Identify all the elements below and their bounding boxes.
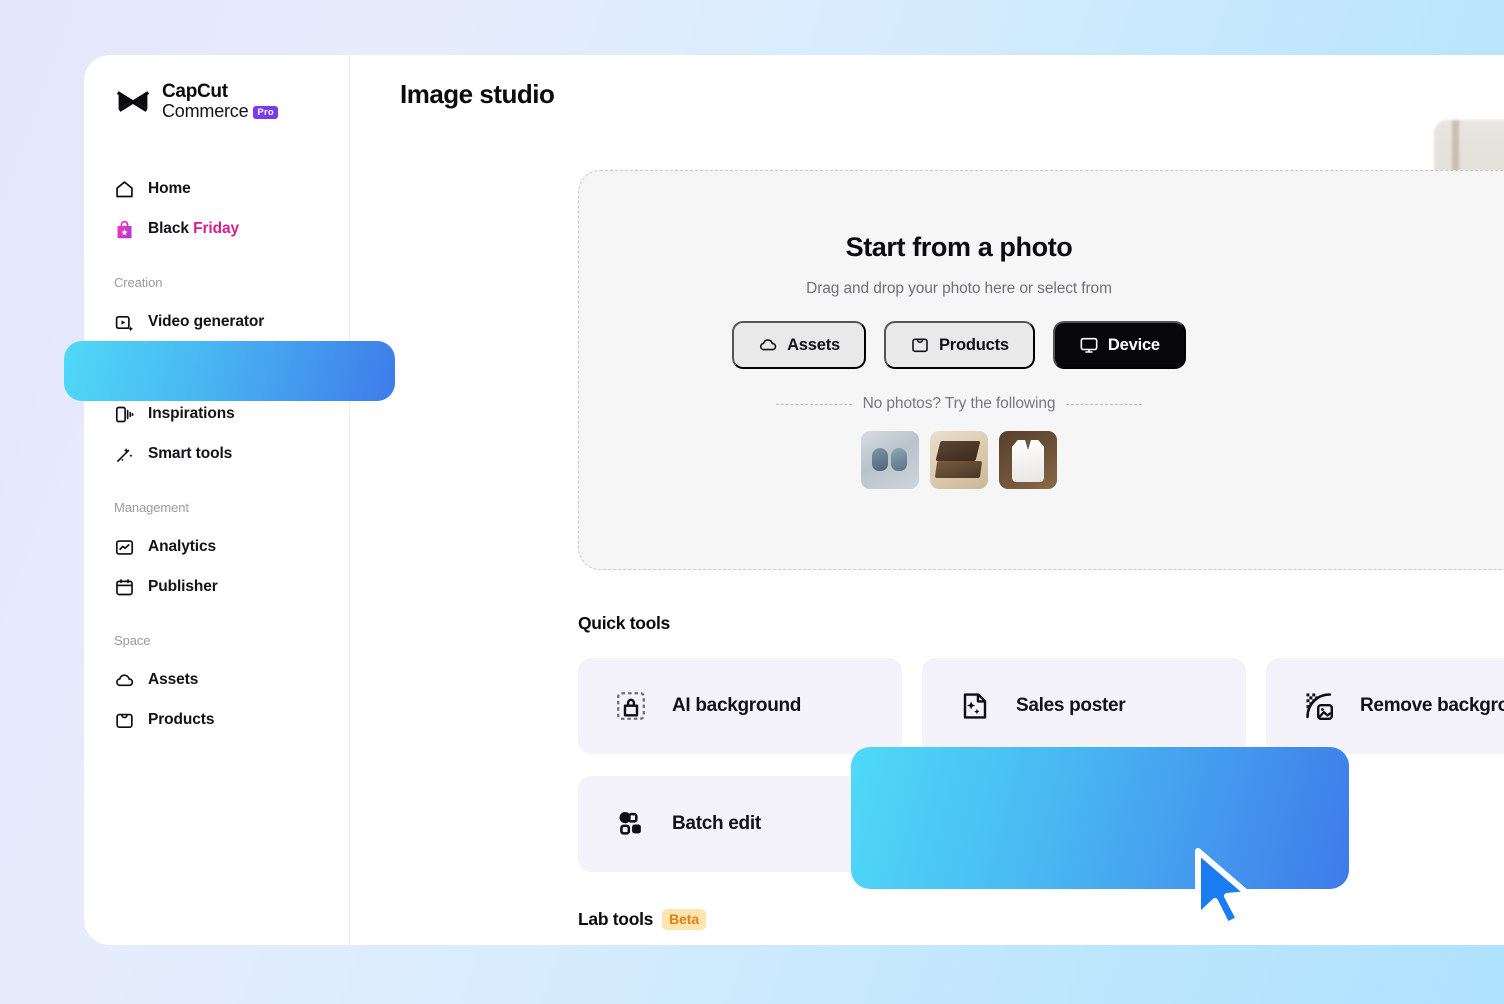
quick-tools-heading: Quick tools: [578, 613, 670, 634]
beta-badge: Beta: [662, 909, 706, 930]
sidebar-item-assets[interactable]: Assets: [98, 660, 335, 700]
tool-card-label: Remove background: [1360, 695, 1504, 717]
tool-card-ai-background[interactable]: AI background: [578, 658, 902, 754]
video-generator-icon: [114, 312, 135, 333]
sidebar-item-label: Video generator: [148, 313, 264, 331]
products-source-button[interactable]: Products: [884, 321, 1035, 369]
products-bag-icon: [910, 335, 930, 355]
inspirations-icon: [114, 404, 135, 425]
sidebar-item-video-generator[interactable]: Video generator: [98, 302, 335, 342]
cloud-icon: [758, 335, 778, 355]
cloud-icon: [114, 670, 135, 691]
magic-wand-icon: [114, 444, 135, 465]
sidebar-item-label: Publisher: [148, 578, 218, 596]
remove-background-icon: [1302, 689, 1336, 723]
divider-dash-right: [1066, 404, 1142, 405]
shopping-bag-icon: [114, 219, 135, 240]
sidebar-item-image-studio[interactable]: Image studio: [90, 342, 343, 394]
device-source-button[interactable]: Device: [1053, 321, 1186, 369]
sidebar-item-label: Image studio: [145, 357, 264, 380]
tool-card-label: AI background: [672, 695, 801, 717]
sidebar-item-smart-tools[interactable]: Smart tools: [98, 434, 335, 474]
dropzone-source-buttons: Assets Products: [732, 321, 1186, 369]
button-label: Products: [939, 336, 1009, 355]
earbuds-thumbnail[interactable]: [861, 431, 919, 489]
sample-photos-divider: No photos? Try the following: [579, 395, 1339, 413]
assets-source-button[interactable]: Assets: [732, 321, 866, 369]
main-content: Image studio Start from a photo Drag and…: [350, 55, 1504, 945]
calendar-icon: [114, 577, 135, 598]
lab-tools-heading: Lab tools Beta: [578, 909, 706, 930]
sidebar-nav: Home Black Friday: [84, 169, 349, 740]
dropzone-subtitle: Drag and drop your photo here or select …: [806, 280, 1112, 298]
sidebar-section-creation: Creation: [84, 275, 349, 290]
lab-tools-label: Lab tools: [578, 909, 653, 930]
sidebar-section-management: Management: [84, 500, 349, 515]
tool-card-image-editor[interactable]: Image editor: [922, 776, 1246, 872]
white-shirt-thumbnail[interactable]: [999, 431, 1057, 489]
sidebar-item-black-friday[interactable]: Black Friday: [98, 209, 335, 249]
sample-photo-list: [861, 431, 1057, 489]
page-title: Image studio: [400, 79, 554, 110]
sidebar-item-analytics[interactable]: Analytics: [98, 527, 335, 567]
tool-card-label: Sales poster: [1016, 695, 1125, 717]
photo-dropzone[interactable]: Start from a photo Drag and drop your ph…: [578, 170, 1504, 570]
batch-edit-icon: [614, 807, 648, 841]
eyeshadow-palette-thumbnail[interactable]: [930, 431, 988, 489]
analytics-icon: [114, 537, 135, 558]
tool-card-remove-background[interactable]: Remove background: [1266, 658, 1504, 754]
monitor-icon: [1079, 335, 1099, 355]
sidebar-item-publisher[interactable]: Publisher: [98, 567, 335, 607]
pro-badge: Pro: [253, 106, 277, 119]
capcut-logo-icon: [115, 84, 151, 120]
sidebar-item-products[interactable]: Products: [98, 700, 335, 740]
sidebar-item-label: Home: [148, 180, 191, 198]
sales-poster-icon: [958, 689, 992, 723]
brand-logo[interactable]: CapCut Commerce Pro: [84, 82, 349, 121]
sidebar-item-label: Smart tools: [148, 445, 232, 463]
button-label: Device: [1108, 336, 1160, 355]
sidebar-item-label: Products: [148, 711, 214, 729]
sidebar-item-inspirations[interactable]: Inspirations: [98, 394, 335, 434]
brand-name-secondary: Commerce: [162, 102, 248, 121]
sidebar-item-label: Inspirations: [148, 405, 235, 423]
products-bag-icon: [114, 710, 135, 731]
tool-card-label: Batch edit: [672, 813, 761, 835]
tool-card-label: Image editor: [1016, 813, 1125, 835]
image-editor-icon: [958, 807, 992, 841]
button-label: Assets: [787, 336, 840, 355]
image-studio-icon: [106, 355, 132, 381]
sidebar-item-label: Assets: [148, 671, 198, 689]
divider-dash-left: [776, 404, 852, 405]
brand-name-primary: CapCut: [162, 82, 278, 102]
tool-card-batch-edit[interactable]: Batch edit: [578, 776, 902, 872]
ai-background-icon: [614, 689, 648, 723]
sidebar-item-label: Black Friday: [148, 220, 239, 238]
dropzone-title: Start from a photo: [846, 232, 1073, 263]
tool-card-sales-poster[interactable]: Sales poster: [922, 658, 1246, 754]
sidebar-item-label: Analytics: [148, 538, 216, 556]
divider-label: No photos? Try the following: [863, 395, 1056, 413]
sidebar: CapCut Commerce Pro Home: [84, 55, 350, 945]
sidebar-item-home[interactable]: Home: [98, 169, 335, 209]
app-window: CapCut Commerce Pro Home: [84, 55, 1504, 945]
home-icon: [114, 179, 135, 200]
sidebar-section-space: Space: [84, 633, 349, 648]
